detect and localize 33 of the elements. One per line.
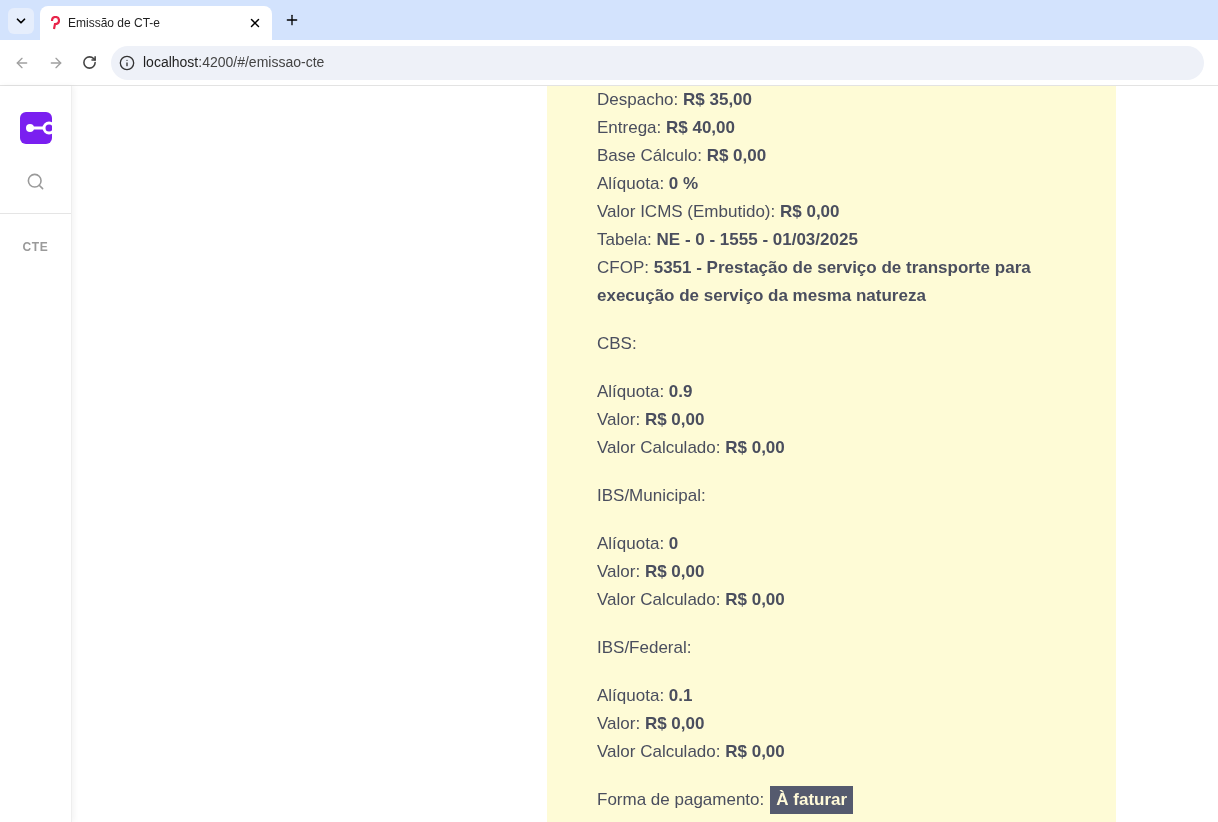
- detail-line: Entrega: R$ 40,00: [597, 117, 736, 139]
- detail-line: Valor Calculado: R$ 0,00: [597, 437, 786, 459]
- payment-label: Forma de pagamento:: [597, 789, 765, 811]
- browser-tab[interactable]: Emissão de CT-e: [40, 6, 272, 40]
- tab-list-button[interactable]: [8, 8, 34, 34]
- detail-line: Valor: R$ 0,00: [597, 409, 706, 431]
- logo-icon: [50, 16, 60, 30]
- address-bar[interactable]: localhost:4200/#/emissao-cte: [111, 45, 1204, 80]
- section-heading: IBS/Municipal:: [597, 485, 707, 507]
- info-icon[interactable]: [119, 54, 135, 71]
- detail-line: Despacho: R$ 35,00: [597, 89, 753, 111]
- detail-line: Alíquota: 0 %: [597, 173, 700, 195]
- detail-line: Base Cálculo: R$ 0,00: [597, 145, 768, 167]
- detail-line: Alíquota: 0: [597, 533, 680, 555]
- detail-line: Valor ICMS (Embutido): R$ 0,00: [597, 201, 841, 223]
- url-text: localhost:4200/#/emissao-cte: [143, 53, 325, 72]
- detail-line: Valor Calculado: R$ 0,00: [597, 589, 786, 611]
- reload-icon[interactable]: [82, 55, 97, 70]
- app-logo-icon[interactable]: [19, 112, 52, 144]
- search-icon[interactable]: [26, 172, 45, 191]
- detail-line: Valor Calculado: R$ 0,00: [597, 741, 786, 763]
- detail-line: Valor: R$ 0,00: [597, 561, 706, 583]
- detail-line: Alíquota: 0.9: [597, 381, 694, 403]
- tab-title: Emissão de CT-e: [68, 15, 162, 32]
- close-icon[interactable]: [248, 16, 262, 30]
- detail-line: Tabela: NE - 0 - 1555 - 01/03/2025: [597, 229, 859, 251]
- new-tab-icon[interactable]: [284, 12, 300, 28]
- section-heading: IBS/Federal:: [597, 637, 693, 659]
- detail-line: CFOP: 5351 - Prestação de serviço de transporte para execução de serviço da mesma natureza: [597, 257, 1032, 307]
- detail-line: Valor: R$ 0,00: [597, 713, 706, 735]
- detail-line: Alíquota: 0.1: [597, 685, 694, 707]
- payment-tag: À faturar: [770, 786, 854, 814]
- section-heading: CBS:: [597, 333, 638, 355]
